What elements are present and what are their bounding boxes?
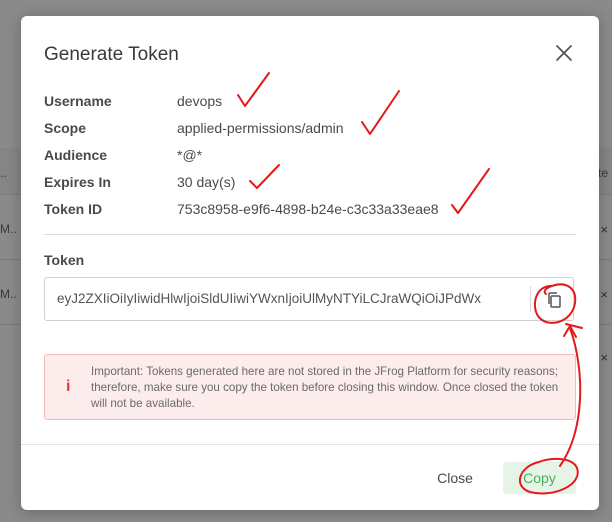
copy-icon[interactable] (545, 291, 563, 309)
background-close-icon: × (600, 350, 608, 365)
background-text: .. (0, 166, 7, 180)
footer-divider (21, 444, 599, 445)
scope-label: Scope (44, 120, 87, 136)
username-label: Username (44, 93, 112, 109)
scope-value: applied-permissions/admin (177, 120, 344, 136)
security-alert: i Important: Tokens generated here are n… (44, 354, 576, 420)
alert-message: Important: Tokens generated here are not… (91, 365, 559, 410)
token-id-label: Token ID (44, 201, 103, 217)
close-button[interactable]: Close (431, 464, 479, 492)
token-label: Token (44, 252, 85, 268)
field-separator (530, 286, 531, 312)
dialog-title: Generate Token (44, 44, 179, 65)
username-value: devops (177, 93, 223, 109)
expires-in-label: Expires In (44, 174, 111, 190)
background-text: M.. (0, 222, 17, 236)
audience-value: *@* (177, 147, 203, 163)
generate-token-dialog: Generate Token Username devops Scope app… (21, 16, 599, 510)
expires-in-value: 30 day(s) (177, 174, 236, 190)
info-icon: i (66, 378, 71, 395)
background-text: M.. (0, 287, 17, 301)
background-close-icon: × (600, 222, 608, 237)
token-id-value: 753c8958-e9f6-4898-b24e-c3c33a33eae8 (177, 201, 439, 217)
copy-button[interactable]: Copy (503, 462, 576, 494)
section-divider (44, 234, 576, 235)
token-field[interactable]: eyJ2ZXIiOiIyIiwidHlwIjoiSldUIiwiYWxnIjoi… (44, 277, 574, 321)
close-icon[interactable] (554, 43, 574, 63)
background-text: te (598, 166, 609, 180)
token-value[interactable]: eyJ2ZXIiOiIyIiwidHlwIjoiSldUIiwiYWxnIjoi… (57, 291, 529, 306)
background-close-icon: × (600, 287, 608, 302)
audience-label: Audience (44, 147, 108, 163)
